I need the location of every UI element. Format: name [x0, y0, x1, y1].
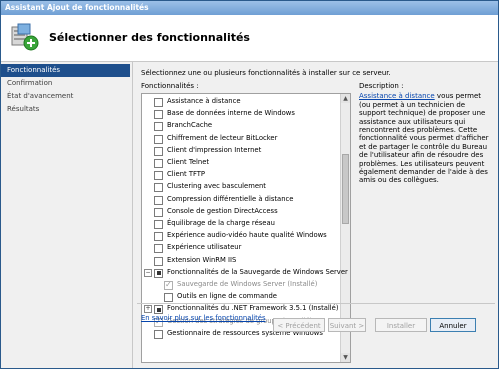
- features-label: Fonctionnalités :: [141, 82, 199, 90]
- feature-label: Clustering avec basculement: [167, 182, 266, 191]
- cancel-button[interactable]: Annuler: [430, 318, 476, 332]
- feature-label: Console de gestion DirectAccess: [167, 206, 278, 215]
- description-text: vous permet (ou permet à un technicien d…: [359, 92, 489, 185]
- page-title: Sélectionner des fonctionnalités: [49, 31, 250, 44]
- nav-item-progress[interactable]: État d'avancement: [1, 90, 132, 103]
- feature-checkbox[interactable]: [154, 244, 163, 254]
- feature-checkbox[interactable]: [154, 183, 163, 193]
- feature-checkbox[interactable]: [154, 329, 163, 339]
- feature-checkbox[interactable]: [154, 171, 163, 181]
- collapse-icon[interactable]: −: [144, 268, 152, 277]
- add-features-icon: [11, 23, 39, 51]
- nav-item-results[interactable]: Résultats: [1, 103, 132, 116]
- feature-label: Client Telnet: [167, 158, 210, 166]
- feature-checkbox[interactable]: [154, 134, 163, 144]
- feature-checkbox[interactable]: [164, 293, 173, 303]
- wizard-header: Sélectionner des fonctionnalités: [1, 15, 498, 62]
- feature-label: Assistance à distance: [167, 97, 241, 105]
- feature-checkbox[interactable]: [154, 122, 163, 132]
- feature-label: Expérience audio-vidéo haute qualité Win…: [167, 231, 327, 240]
- feature-label: Fonctionnalités du .NET Framework 3.5.1 …: [167, 304, 339, 313]
- feature-label: Outils en ligne de commande: [177, 292, 277, 301]
- feature-checkbox[interactable]: [154, 195, 163, 205]
- nav-item-features[interactable]: Fonctionnalités: [1, 64, 130, 77]
- feature-checkbox[interactable]: [154, 268, 163, 278]
- feature-checkbox[interactable]: [154, 98, 163, 107]
- title-bar: Assistant Ajout de fonctionnalités: [1, 1, 498, 15]
- nav-divider: [132, 62, 133, 368]
- scroll-up-icon[interactable]: ▲: [341, 94, 350, 103]
- scroll-thumb[interactable]: [342, 154, 349, 224]
- next-button[interactable]: Suivant >: [328, 318, 366, 332]
- footer-divider: [137, 303, 495, 304]
- description-link[interactable]: Assistance à distance: [359, 92, 435, 100]
- feature-label: Base de données interne de Windows: [167, 109, 295, 118]
- install-button[interactable]: Installer: [375, 318, 427, 332]
- feature-label: Extension WinRM IIS: [167, 255, 237, 264]
- feature-checkbox: [164, 279, 173, 290]
- feature-checkbox[interactable]: [154, 207, 163, 217]
- feature-label: Équilibrage de la charge réseau: [167, 219, 275, 227]
- description-body: Assistance à distance vous permet (ou pe…: [359, 92, 489, 184]
- feature-label: Client d'impression Internet: [167, 145, 262, 154]
- feature-checkbox[interactable]: [154, 232, 163, 242]
- feature-label: Client TFTP: [167, 170, 206, 179]
- feature-label: Compression différentielle à distance: [167, 194, 294, 203]
- nav-item-confirmation[interactable]: Confirmation: [1, 77, 132, 90]
- feature-checkbox[interactable]: [154, 110, 163, 120]
- feature-label: BranchCache: [167, 121, 213, 130]
- feature-checkbox[interactable]: [154, 256, 163, 266]
- scroll-down-icon[interactable]: ▼: [341, 353, 350, 362]
- feature-label: Sauvegarde de Windows Server (Installé): [177, 280, 318, 288]
- feature-checkbox[interactable]: [154, 146, 163, 156]
- feature-label: Chiffrement de lecteur BitLocker: [167, 133, 278, 142]
- expand-icon[interactable]: +: [144, 305, 152, 314]
- previous-button[interactable]: < Précédent: [273, 318, 325, 332]
- feature-checkbox[interactable]: [154, 159, 163, 168]
- description-panel: Description : Assistance à distance vous…: [359, 82, 489, 185]
- feature-label: Fonctionnalités de la Sauvegarde de Wind…: [167, 267, 351, 276]
- more-info-link[interactable]: En savoir plus sur les fonctionnalités: [141, 314, 266, 322]
- wizard-window: Assistant Ajout de fonctionnalités Sélec…: [0, 0, 499, 369]
- intro-text: Sélectionnez une ou plusieurs fonctionna…: [141, 69, 391, 77]
- feature-checkbox[interactable]: [154, 220, 163, 229]
- feature-label: Expérience utilisateur: [167, 243, 242, 252]
- wizard-nav: Fonctionnalités Confirmation État d'avan…: [1, 62, 132, 368]
- description-heading: Description :: [359, 82, 404, 90]
